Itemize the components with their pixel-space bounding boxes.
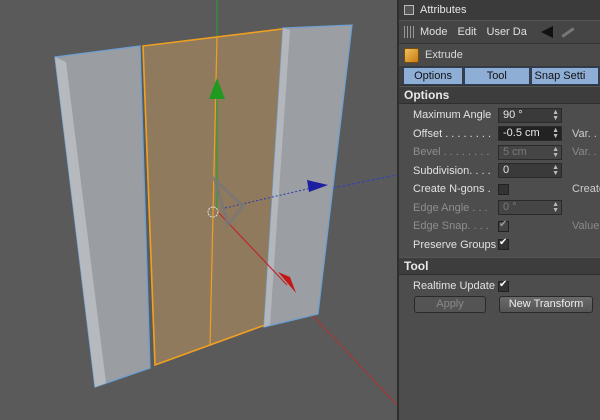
create-ngons-row: Create N-gons . Create — [399, 180, 600, 199]
tool-section-header: Tool — [399, 257, 600, 275]
window-title: Attributes — [420, 4, 467, 16]
new-transform-button[interactable]: New Transform — [499, 296, 593, 314]
spinner-icon: ▲ ▼ — [552, 201, 559, 215]
menu-bar: Mode Edit User Da — [399, 20, 600, 44]
tab-tool[interactable]: Tool — [464, 67, 530, 85]
tool-buttons-row: Apply New Transform — [399, 296, 600, 315]
spinner-icon: ▲ ▼ — [552, 145, 559, 159]
realtime-update-label: Realtime Update — [413, 280, 495, 293]
tab-bar: Options Tool Snap Setti — [399, 66, 600, 86]
cube-icon — [404, 47, 419, 63]
realtime-update-checkbox[interactable] — [498, 279, 509, 292]
spinner-icon: ▲ ▼ — [552, 164, 559, 178]
apply-button[interactable]: Apply — [414, 296, 486, 314]
bevel-row: Bevel . . . . . . . . 5 cm ▲ ▼ Var. . — [399, 143, 600, 162]
bevel-field[interactable]: 5 cm ▲ ▼ — [498, 144, 562, 160]
edge-angle-label: Edge Angle . . . — [413, 201, 488, 214]
attributes-panel: Attributes Mode Edit User Da Extrude Opt… — [397, 0, 600, 420]
edge-snap-row: Edge Snap. . . . Value — [399, 217, 600, 236]
pencil-icon[interactable] — [561, 26, 575, 38]
tab-options[interactable]: Options — [403, 67, 464, 85]
subdivision-label: Subdivision. . . . — [413, 164, 491, 177]
object-name: Extrude — [425, 49, 463, 61]
create-ngons-label: Create N-gons . — [413, 183, 491, 196]
edge-angle-field[interactable]: 0 ° ▲ ▼ — [498, 200, 562, 216]
3d-viewport[interactable] — [0, 0, 397, 420]
preserve-groups-checkbox[interactable] — [498, 237, 509, 251]
offset-var-label: Var. . — [572, 127, 597, 140]
bevel-label: Bevel . . . . . . . . — [413, 146, 490, 159]
edge-snap-label: Edge Snap. . . . — [413, 220, 489, 233]
realtime-update-row: Realtime Update — [399, 277, 600, 296]
menu-user-data[interactable]: User Da — [487, 26, 527, 38]
edge-angle-row: Edge Angle . . . 0 ° ▲ ▼ — [399, 199, 600, 218]
subdivision-field[interactable]: 0 ▲ ▼ — [498, 163, 562, 179]
window-menu-icon[interactable] — [404, 5, 414, 15]
edge-snap-checkbox[interactable] — [498, 219, 509, 232]
maximum-angle-label: Maximum Angle — [413, 109, 492, 122]
menu-edit[interactable]: Edit — [458, 26, 477, 38]
offset-row: Offset . . . . . . . . -0.5 cm ▲ ▼ Var. . — [399, 125, 600, 144]
offset-field[interactable]: -0.5 cm ▲ ▼ — [498, 126, 562, 142]
attributes-titlebar: Attributes — [399, 0, 600, 20]
preserve-groups-row: Preserve Groups — [399, 236, 600, 255]
offset-label: Offset . . . . . . . . — [413, 127, 492, 140]
viewport-scene — [54, 0, 397, 406]
back-arrow-icon[interactable] — [540, 26, 553, 38]
spinner-icon: ▲ ▼ — [552, 127, 559, 141]
value-label: Value — [572, 220, 600, 233]
bevel-var-label: Var. . — [572, 146, 597, 159]
maximum-angle-row: Maximum Angle 90 ° ▲ ▼ — [399, 106, 600, 125]
subdivision-row: Subdivision. . . . 0 ▲ ▼ — [399, 162, 600, 181]
preserve-groups-label: Preserve Groups — [413, 238, 497, 251]
spinner-icon: ▲ ▼ — [552, 108, 559, 122]
grip-icon[interactable] — [404, 26, 414, 38]
create-label: Create — [572, 183, 600, 196]
menu-mode[interactable]: Mode — [420, 26, 448, 38]
maximum-angle-field[interactable]: 90 ° ▲ ▼ — [498, 107, 562, 123]
object-row: Extrude — [399, 44, 600, 66]
tab-snap-settings[interactable]: Snap Setti — [530, 67, 600, 85]
create-ngons-checkbox[interactable] — [498, 183, 509, 195]
options-section-header: Options — [399, 86, 600, 104]
